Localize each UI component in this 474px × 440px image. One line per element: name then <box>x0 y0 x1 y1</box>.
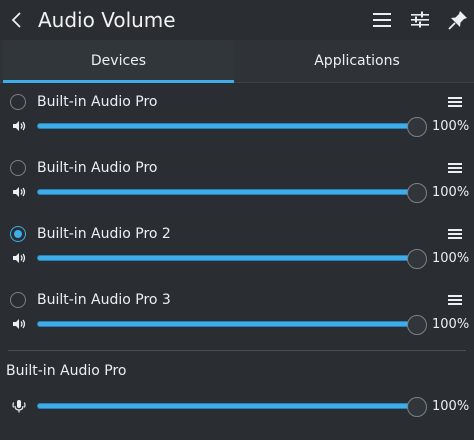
hamburger-menu-icon <box>448 97 462 107</box>
volume-slider-handle[interactable] <box>407 249 427 269</box>
volume-slider-handle[interactable] <box>407 397 427 417</box>
tab-bar: Devices Applications <box>0 40 474 83</box>
device-name: Built-in Audio Pro <box>37 94 158 110</box>
device-default-radio[interactable] <box>10 292 26 308</box>
mute-toggle-button[interactable] <box>11 118 27 134</box>
volume-slider-track <box>37 123 417 129</box>
device-name: Built-in Audio Pro <box>37 160 158 176</box>
volume-slider[interactable] <box>37 315 427 335</box>
speaker-icon <box>13 121 26 131</box>
pin-button[interactable] <box>444 6 472 34</box>
input-volume-slider[interactable] <box>37 397 427 417</box>
volume-slider-handle[interactable] <box>407 183 427 203</box>
mic-mute-toggle-button[interactable] <box>11 398 27 414</box>
hamburger-menu-icon <box>448 229 462 239</box>
device-menu-button[interactable] <box>446 226 464 242</box>
hamburger-menu-button[interactable] <box>368 6 396 34</box>
volume-percent: 100% <box>432 317 470 332</box>
mute-toggle-button[interactable] <box>11 250 27 266</box>
device-default-radio[interactable] <box>10 160 26 176</box>
volume-slider-track <box>37 321 417 327</box>
volume-slider[interactable] <box>37 117 427 137</box>
hamburger-menu-icon <box>448 163 462 173</box>
device-row: Built-in Audio Pro 100% <box>0 86 474 152</box>
settings-sliders-icon <box>411 11 429 28</box>
volume-percent: 100% <box>432 399 470 414</box>
app-header: Audio Volume <box>0 0 474 40</box>
volume-slider[interactable] <box>37 183 427 203</box>
chevron-left-icon <box>11 12 21 28</box>
volume-percent: 100% <box>432 185 470 200</box>
mute-toggle-button[interactable] <box>11 316 27 332</box>
device-name: Built-in Audio Pro 2 <box>37 226 171 242</box>
volume-slider[interactable] <box>37 249 427 269</box>
device-menu-button[interactable] <box>446 160 464 176</box>
section-divider <box>8 350 466 351</box>
device-row: Built-in Audio Pro 100% <box>0 152 474 218</box>
volume-percent: 100% <box>432 251 470 266</box>
pin-icon <box>448 11 467 30</box>
hamburger-menu-icon <box>373 13 391 27</box>
mute-toggle-button[interactable] <box>11 184 27 200</box>
speaker-icon <box>13 187 26 197</box>
tab-applications[interactable]: Applications <box>240 40 474 82</box>
device-row: Built-in Audio Pro 2 100% <box>0 218 474 284</box>
device-menu-button[interactable] <box>446 292 464 308</box>
volume-percent: 100% <box>432 119 470 134</box>
microphone-icon <box>12 400 26 413</box>
device-menu-button[interactable] <box>446 94 464 110</box>
device-row: Built-in Audio Pro 3 100% <box>0 284 474 350</box>
tab-devices-label: Devices <box>90 53 147 69</box>
volume-slider-handle[interactable] <box>407 117 427 137</box>
speaker-icon <box>13 253 26 263</box>
volume-slider-track <box>37 403 417 409</box>
speaker-icon <box>13 319 26 329</box>
volume-slider-track <box>37 255 417 261</box>
input-source-row: 100% <box>0 366 474 432</box>
volume-slider-track <box>37 189 417 195</box>
tab-devices[interactable]: Devices <box>3 40 234 83</box>
back-button[interactable] <box>6 6 30 34</box>
device-name: Built-in Audio Pro 3 <box>37 292 171 308</box>
page-title: Audio Volume <box>38 8 176 32</box>
hamburger-menu-icon <box>448 295 462 305</box>
volume-slider-handle[interactable] <box>407 315 427 335</box>
tab-applications-label: Applications <box>314 53 400 69</box>
configure-button[interactable] <box>406 6 434 34</box>
device-default-radio[interactable] <box>10 226 26 242</box>
device-default-radio[interactable] <box>10 94 26 110</box>
